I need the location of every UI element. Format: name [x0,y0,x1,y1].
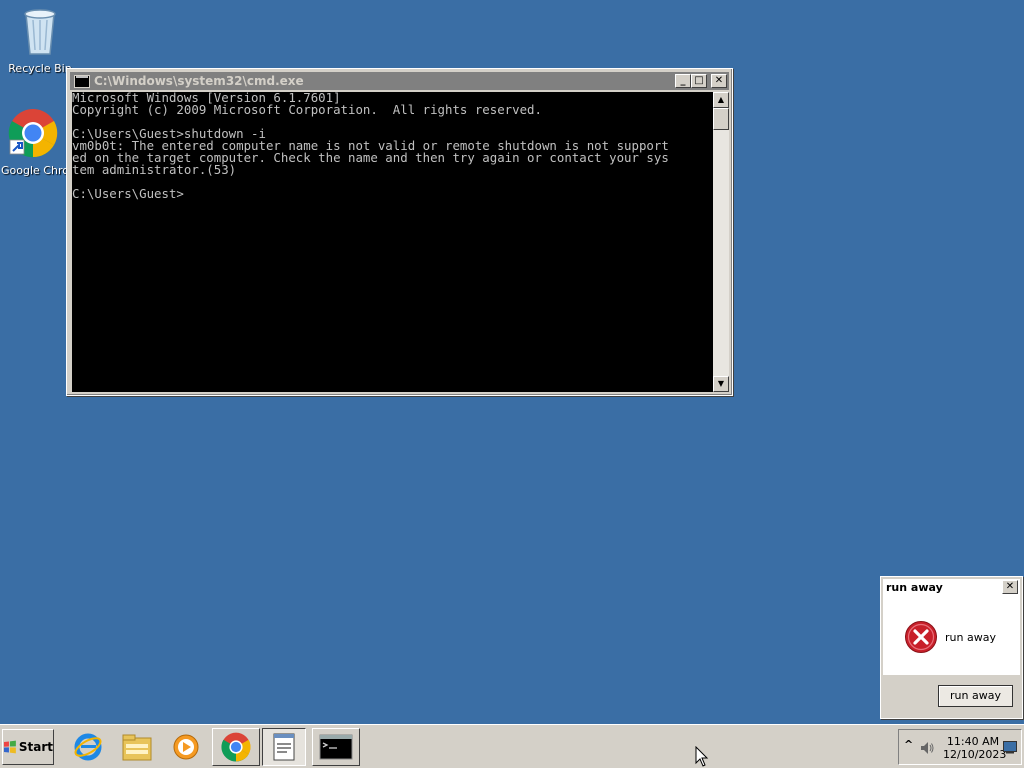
taskbar-windows-explorer[interactable] [113,728,161,766]
recycle-bin-icon [24,9,56,55]
maximize-button[interactable]: □ [691,74,707,88]
volume-icon[interactable] [919,740,935,756]
desktop-icon-google-chrome[interactable]: Google Chrome [0,108,67,177]
start-button[interactable]: Start [2,729,54,765]
close-button[interactable]: ✕ [711,74,727,88]
taskbar-cmd[interactable] [312,728,360,766]
cmd-window[interactable]: C:\Windows\system32\cmd.exe _ □ ✕ Micros… [66,68,733,396]
taskbar-chrome[interactable] [212,728,260,766]
console-line: Copyright (c) 2009 Microsoft Corporation… [72,102,542,117]
clock-date: 12/10/2023 [943,748,1007,761]
run-away-button[interactable]: run away [938,685,1013,707]
clock-time: 11:40 AM [946,735,1000,748]
cmd-icon [319,734,353,760]
cmd-window-title: C:\Windows\system32\cmd.exe [94,74,304,88]
scroll-up-arrow-icon[interactable]: ▲ [713,92,729,108]
dialog-close-button[interactable]: ✕ [1002,580,1018,594]
scroll-down-arrow-icon[interactable]: ▼ [713,376,729,392]
console-line: tem administrator.(53) [72,162,237,177]
start-label: Start [18,740,53,754]
dialog-message: run away [945,631,996,644]
cmd-title-bar[interactable]: C:\Windows\system32\cmd.exe _ □ ✕ [70,72,729,90]
show-hidden-icons-button[interactable]: ^ [904,738,913,751]
chrome-icon [221,732,251,762]
taskbar: Start ^ 11:40 AM 12/10/2023 [0,724,1024,768]
mouse-cursor-icon [695,746,709,767]
desktop-icon-recycle-bin[interactable]: Recycle Bin [0,6,80,75]
scroll-thumb[interactable] [713,108,729,130]
taskbar-notepad[interactable] [262,728,306,766]
internet-explorer-icon [74,733,102,761]
console-line: C:\Users\Guest> [72,186,184,201]
chrome-icon [8,109,58,158]
cmd-icon [74,74,90,88]
taskbar-media-player[interactable] [162,728,210,766]
dialog-title-bar[interactable]: run away ✕ [883,579,1020,597]
notepad-icon [273,733,295,761]
windows-logo-icon [3,740,16,754]
console-output: Microsoft Windows [Version 6.1.7601] Cop… [72,91,669,201]
vertical-scrollbar[interactable]: ▲ ▼ [713,92,729,392]
clock[interactable]: 11:40 AM 12/10/2023 [943,735,1007,761]
media-player-icon [173,734,199,760]
windows-explorer-icon [122,734,152,761]
run-away-dialog[interactable]: run away ✕ run away run away [880,576,1023,719]
minimize-button[interactable]: _ [675,74,691,88]
show-desktop-icon[interactable] [1003,740,1017,754]
error-icon [905,621,937,653]
dialog-body: run away [883,597,1020,675]
taskbar-internet-explorer[interactable] [64,728,112,766]
console-area[interactable]: Microsoft Windows [Version 6.1.7601] Cop… [72,91,713,392]
desktop-icon-label: Google Chrome [1,164,67,177]
system-tray: ^ 11:40 AM 12/10/2023 [898,729,1022,765]
dialog-title: run away [886,581,943,594]
